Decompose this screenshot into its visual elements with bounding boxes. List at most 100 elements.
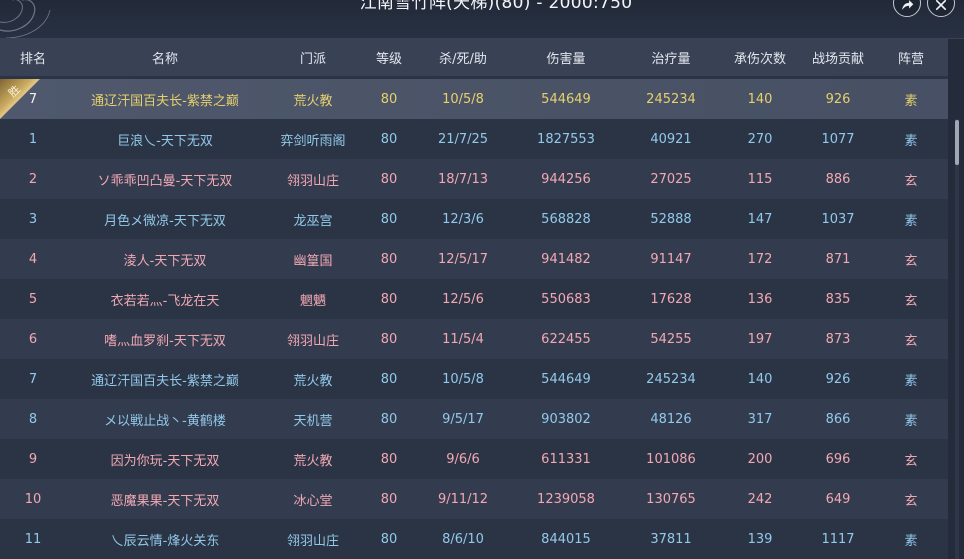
cell-hits-taken: 200 xyxy=(747,451,773,467)
scrollbar-track[interactable] xyxy=(955,119,959,559)
cell-contribution: 886 xyxy=(825,171,851,187)
cell-kda: 8/6/10 xyxy=(442,531,484,547)
cell-rank: 6 xyxy=(28,331,38,347)
cell-hits-taken: 270 xyxy=(747,131,773,147)
cell-hits-taken: 197 xyxy=(747,331,773,347)
column-header-healing: 治疗量 xyxy=(651,52,691,67)
cell-player-name: 巨浪乀-天下无双 xyxy=(117,133,213,149)
cell-player-name: 嗜灬血罗刹-天下无双 xyxy=(104,333,226,349)
cell-level: 80 xyxy=(380,211,398,227)
cell-kda: 9/5/17 xyxy=(442,411,484,427)
cell-camp: 玄 xyxy=(904,173,918,189)
column-header-level: 等级 xyxy=(375,52,402,67)
cell-kda: 10/5/8 xyxy=(442,91,484,107)
column-header-school: 门派 xyxy=(299,52,326,67)
cell-rank: 7 xyxy=(28,371,38,387)
cell-rank: 10 xyxy=(24,491,42,507)
table-row[interactable]: 1 巨浪乀-天下无双 弈剑听雨阁 80 21/7/25 1827553 40921 270 10… xyxy=(0,119,948,159)
cell-school: 翎羽山庄 xyxy=(286,173,339,189)
cell-damage: 1239058 xyxy=(537,491,595,507)
cell-healing: 130765 xyxy=(646,491,696,507)
title-bar: 江南雪竹阵(天梯)(80) - 2000:750 xyxy=(0,0,964,39)
table-row[interactable]: 2 ソ乖乖凹凸曼-天下无双 翎羽山庄 80 18/7/13 944256 27025 115 8… xyxy=(0,159,948,199)
cell-contribution: 926 xyxy=(825,371,851,387)
cell-level: 80 xyxy=(380,91,398,107)
cell-damage: 544649 xyxy=(541,371,591,387)
cell-rank: 5 xyxy=(28,291,38,307)
cell-camp: 玄 xyxy=(904,493,918,509)
cell-contribution: 835 xyxy=(825,291,851,307)
cell-camp: 素 xyxy=(904,133,918,149)
cell-damage: 550683 xyxy=(541,291,591,307)
cell-school: 龙巫宫 xyxy=(293,213,333,229)
cell-player-name: 淩人-天下无双 xyxy=(123,253,207,269)
cell-kda: 9/11/12 xyxy=(437,491,489,507)
cell-school: 翎羽山庄 xyxy=(286,333,339,349)
cell-rank: 1 xyxy=(28,131,38,147)
table-body: 1 巨浪乀-天下无双 弈剑听雨阁 80 21/7/25 1827553 40921 270 10… xyxy=(0,119,948,559)
cell-camp: 玄 xyxy=(904,293,918,309)
cell-level: 80 xyxy=(380,531,398,547)
cell-healing: 54255 xyxy=(650,331,692,347)
cell-healing: 17628 xyxy=(650,291,692,307)
cell-damage: 844015 xyxy=(541,531,591,547)
cell-kda: 12/5/17 xyxy=(437,251,489,267)
cell-hits-taken: 139 xyxy=(747,531,773,547)
cell-damage: 544649 xyxy=(541,91,591,107)
close-button[interactable] xyxy=(927,0,955,17)
cell-rank: 2 xyxy=(28,171,38,187)
cell-player-name: 通辽汗国百夫长-紫禁之巅 xyxy=(91,373,239,389)
cell-level: 80 xyxy=(380,331,398,347)
cell-camp: 素 xyxy=(904,93,918,109)
table-row[interactable]: 6 嗜灬血罗刹-天下无双 翎羽山庄 80 11/5/4 622455 54255 197 873… xyxy=(0,319,948,359)
cell-school: 荒火教 xyxy=(293,373,333,389)
table-row[interactable]: 8 メ以戦止战丶-黄鹤楼 天机营 80 9/5/17 903802 48126 317 866 素 xyxy=(0,399,948,439)
scrollbar-thumb[interactable] xyxy=(955,120,959,165)
cell-contribution: 873 xyxy=(825,331,851,347)
cell-contribution: 866 xyxy=(825,411,851,427)
table-row[interactable]: 3 月色メ微凉-天下无双 龙巫宫 80 12/3/6 568828 52888 147 1037… xyxy=(0,199,948,239)
cell-healing: 91147 xyxy=(650,251,692,267)
cell-contribution: 696 xyxy=(825,451,851,467)
table-row[interactable]: 4 淩人-天下无双 幽篁国 80 12/5/17 941482 91147 172 871 玄 xyxy=(0,239,948,279)
cell-level: 80 xyxy=(380,371,398,387)
cell-kda: 9/6/6 xyxy=(446,451,480,467)
table-row[interactable]: 9 因为你玩-天下无双 荒火教 80 9/6/6 611331 101086 200 696 玄 xyxy=(0,439,948,479)
table-row[interactable]: 7 通辽汗国百夫长-紫禁之巅 荒火教 80 10/5/8 544649 245234 140 9… xyxy=(0,359,948,399)
cell-kda: 12/3/6 xyxy=(442,211,484,227)
table-row[interactable]: 10 恶魔果果-天下无双 冰心堂 80 9/11/12 1239058 130765 242 6… xyxy=(0,479,948,519)
cell-damage: 941482 xyxy=(541,251,591,267)
cell-kda: 21/7/25 xyxy=(437,131,489,147)
cell-healing: 48126 xyxy=(650,411,692,427)
table-row[interactable]: 11 乀辰云情-烽火关东 翎羽山庄 80 8/6/10 844015 37811 139 111… xyxy=(0,519,948,559)
column-header-camp: 阵营 xyxy=(897,52,924,67)
cell-healing: 52888 xyxy=(650,211,692,227)
cell-player-name: 衣若若灬-飞龙在天 xyxy=(110,293,220,309)
cell-kda: 10/5/8 xyxy=(442,371,484,387)
cell-contribution: 871 xyxy=(825,251,851,267)
cell-school: 天机营 xyxy=(293,413,333,429)
cell-school: 幽篁国 xyxy=(293,253,333,269)
cell-camp: 素 xyxy=(904,413,918,429)
cell-damage: 568828 xyxy=(541,211,591,227)
share-button[interactable] xyxy=(893,0,921,17)
cell-school: 翎羽山庄 xyxy=(286,533,339,549)
cell-contribution: 926 xyxy=(825,91,851,107)
cell-contribution: 649 xyxy=(825,491,851,507)
table-header: 排名 名称 门派 等级 杀/死/助 伤害量 治疗量 承伤次数 战场贡献 阵营 xyxy=(0,39,948,76)
table-row[interactable]: 5 衣若若灬-飞龙在天 魍魉 80 12/5/6 550683 17628 136 835 玄 xyxy=(0,279,948,319)
cell-healing: 37811 xyxy=(650,531,692,547)
cell-healing: 245234 xyxy=(646,371,696,387)
cell-level: 80 xyxy=(380,411,398,427)
column-header-name: 名称 xyxy=(151,52,178,67)
self-row[interactable]: 胜 7 通辽汗国百夫长-紫禁之巅 荒火教 80 10/5/8 544649 24… xyxy=(0,79,948,119)
cell-damage: 944256 xyxy=(541,171,591,187)
cell-healing: 101086 xyxy=(646,451,696,467)
cell-level: 80 xyxy=(380,491,398,507)
cell-school: 荒火教 xyxy=(293,453,333,469)
cell-healing: 40921 xyxy=(650,131,692,147)
cell-damage: 611331 xyxy=(541,451,591,467)
cell-hits-taken: 136 xyxy=(747,291,773,307)
window-title: 江南雪竹阵(天梯)(80) - 2000:750 xyxy=(359,0,633,13)
cell-kda: 11/5/4 xyxy=(442,331,484,347)
